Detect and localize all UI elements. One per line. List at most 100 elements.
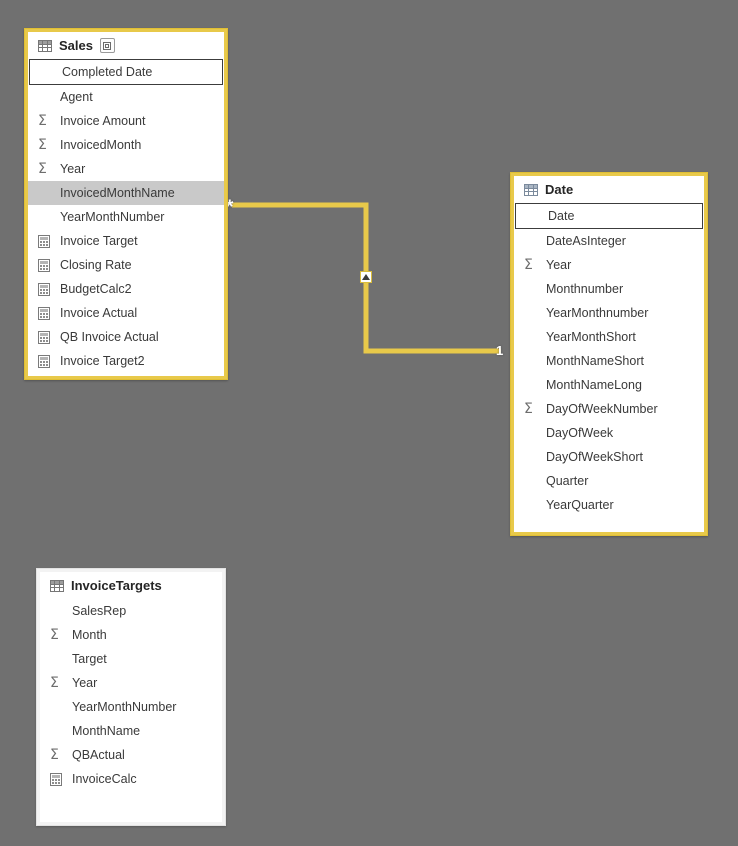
field-label: DayOfWeek (546, 425, 614, 440)
field-label: Invoice Target (60, 233, 138, 248)
field-row[interactable]: Monthnumber (514, 277, 704, 301)
table-icon (38, 39, 52, 52)
field-row[interactable]: Σ Month (40, 623, 222, 647)
sigma-icon: Σ (50, 747, 59, 763)
sigma-icon: Σ (524, 401, 533, 417)
table-name: Date (545, 182, 574, 197)
field-label: Month (72, 627, 107, 642)
field-label: InvoicedMonth (60, 137, 142, 152)
field-row[interactable]: Σ QBActual (40, 743, 222, 767)
field-row[interactable]: DayOfWeekShort (514, 445, 704, 469)
sigma-icon: Σ (524, 257, 533, 273)
model-diagram-canvas[interactable]: * 1 Sales Completed Date Agent Σ Invoice Amo… (0, 0, 738, 846)
field-row[interactable]: YearQuarter (514, 493, 704, 517)
field-label: YearMonthShort (546, 329, 636, 344)
field-row[interactable]: Σ Year (28, 157, 224, 181)
field-label: Monthnumber (546, 281, 624, 296)
sigma-icon: Σ (38, 113, 47, 129)
field-row[interactable]: Σ DayOfWeekNumber (514, 397, 704, 421)
field-label: DateAsInteger (546, 233, 626, 248)
field-label: Target (72, 651, 107, 666)
field-row[interactable]: DateAsInteger (514, 229, 704, 253)
cardinality-one-marker: 1 (496, 343, 504, 358)
field-row[interactable]: QB Invoice Actual (28, 325, 224, 349)
sigma-icon: Σ (50, 675, 59, 691)
field-row[interactable]: Invoice Actual (28, 301, 224, 325)
field-row[interactable]: YearMonthNumber (28, 205, 224, 229)
field-row[interactable]: Date (515, 203, 703, 229)
field-label: QBActual (72, 747, 125, 762)
field-label: Agent (60, 89, 93, 104)
field-label: Invoice Target2 (60, 353, 145, 368)
expand-related-icon[interactable] (99, 38, 115, 53)
field-label: InvoicedMonthName (60, 185, 175, 200)
field-row[interactable]: YearMonthShort (514, 325, 704, 349)
field-row[interactable]: YearMonthnumber (514, 301, 704, 325)
date-table-icon (524, 183, 538, 196)
field-label: Invoice Amount (60, 113, 146, 128)
calculator-icon (38, 330, 56, 344)
calculator-icon (38, 258, 56, 272)
field-row[interactable]: SalesRep (40, 599, 222, 623)
field-label: Quarter (546, 473, 589, 488)
field-label: YearQuarter (546, 497, 614, 512)
sigma-icon: Σ (50, 627, 59, 643)
field-label: Year (60, 161, 86, 176)
field-label: Closing Rate (60, 257, 132, 272)
calculator-icon (38, 354, 56, 368)
field-row[interactable]: Invoice Target2 (28, 349, 224, 373)
field-row[interactable]: YearMonthNumber (40, 695, 222, 719)
field-row[interactable]: Completed Date (29, 59, 223, 85)
field-row[interactable]: Invoice Target (28, 229, 224, 253)
field-row[interactable]: BudgetCalc2 (28, 277, 224, 301)
table-card-date[interactable]: Date Date DateAsInteger Σ Year Monthnumber Yea… (510, 172, 708, 536)
field-row[interactable]: InvoicedMonthName (28, 181, 224, 205)
field-row[interactable]: MonthNameLong (514, 373, 704, 397)
sigma-icon: Σ (38, 161, 47, 177)
calculator-icon (38, 306, 56, 320)
field-row[interactable]: Closing Rate (28, 253, 224, 277)
field-label: InvoiceCalc (72, 771, 137, 786)
field-label: SalesRep (72, 603, 127, 618)
field-row[interactable]: Quarter (514, 469, 704, 493)
field-label: YearMonthnumber (546, 305, 649, 320)
table-card-body: Sales Completed Date Agent Σ Invoice Amount Σ… (28, 32, 224, 376)
field-row[interactable]: Σ Year (514, 253, 704, 277)
table-header-date[interactable]: Date (514, 176, 704, 203)
table-name: Sales (59, 38, 93, 53)
field-label: Year (546, 257, 572, 272)
field-label: YearMonthNumber (60, 209, 165, 224)
cross-filter-arrow-icon[interactable] (360, 271, 372, 283)
field-row[interactable]: InvoiceCalc (40, 767, 222, 791)
field-label: DayOfWeekShort (546, 449, 644, 464)
field-row[interactable]: DayOfWeek (514, 421, 704, 445)
field-label: MonthNameLong (546, 377, 642, 392)
calculator-icon (38, 282, 56, 296)
field-label: Completed Date (62, 64, 153, 79)
table-card-invoicetargets[interactable]: InvoiceTargets SalesRep Σ Month Target Σ Year Y… (36, 568, 226, 826)
field-row[interactable]: Σ InvoicedMonth (28, 133, 224, 157)
table-header-sales[interactable]: Sales (28, 32, 224, 59)
field-label: DayOfWeekNumber (546, 401, 658, 416)
table-name: InvoiceTargets (71, 578, 162, 593)
calculator-icon (50, 772, 68, 786)
field-row[interactable]: Target (40, 647, 222, 671)
field-label: MonthName (72, 723, 141, 738)
table-card-body: InvoiceTargets SalesRep Σ Month Target Σ Year Y… (40, 572, 222, 822)
field-label: Invoice Actual (60, 305, 138, 320)
table-card-sales[interactable]: Sales Completed Date Agent Σ Invoice Amount Σ… (24, 28, 228, 380)
field-label: Year (72, 675, 98, 690)
table-card-body: Date Date DateAsInteger Σ Year Monthnumber Yea… (514, 176, 704, 532)
field-label: Date (548, 208, 575, 223)
field-row[interactable]: Σ Invoice Amount (28, 109, 224, 133)
field-row[interactable]: MonthName (40, 719, 222, 743)
table-header-invoicetargets[interactable]: InvoiceTargets (40, 572, 222, 599)
field-row[interactable]: Σ Year (40, 671, 222, 695)
field-row[interactable]: MonthNameShort (514, 349, 704, 373)
field-label: YearMonthNumber (72, 699, 177, 714)
field-label: MonthNameShort (546, 353, 644, 368)
calculator-icon (38, 234, 56, 248)
field-label: BudgetCalc2 (60, 281, 132, 296)
field-row[interactable]: Agent (28, 85, 224, 109)
table-icon (50, 579, 64, 592)
